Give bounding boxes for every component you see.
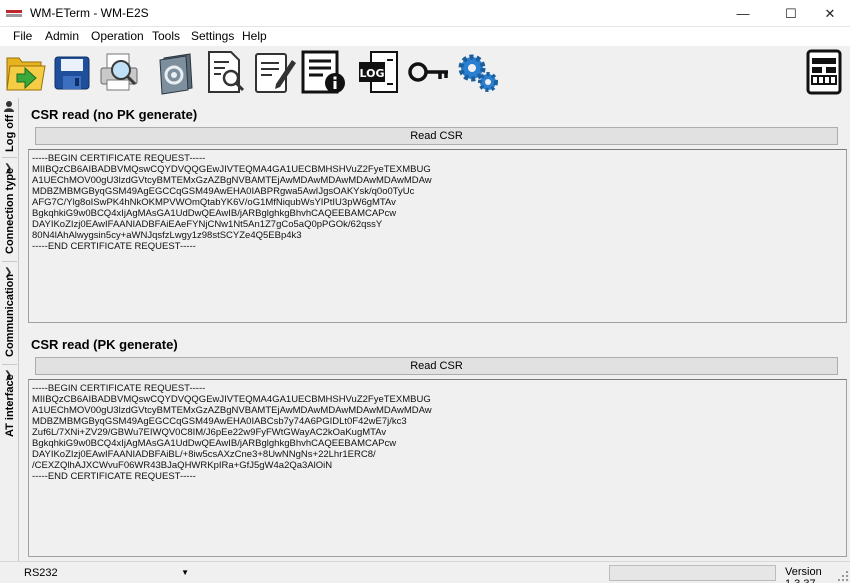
panel-title: CSR read (PK generate) — [31, 337, 178, 352]
csr-line: -----END CERTIFICATE REQUEST----- — [32, 241, 196, 252]
panel-title: CSR read (no PK generate) — [31, 107, 198, 122]
csr-line: /CEXZQlhAJXCWvuF06WR43BJaQHWRKpIRa+GfJ5g… — [32, 460, 333, 471]
minimize-icon: — — [736, 6, 750, 21]
side-tab-at-interface[interactable]: AT interface — [0, 374, 19, 437]
csr-line: -----END CERTIFICATE REQUEST----- — [32, 471, 196, 482]
maximize-button[interactable]: ☐ — [771, 0, 811, 27]
menu-bar: File Admin Operation Tools Settings Help — [0, 27, 850, 46]
resize-grip-icon[interactable] — [838, 571, 848, 581]
csr-panel-no-pk: CSR read (no PK generate) Read CSR -----… — [28, 98, 847, 326]
dropdown-arrow-icon: ▼ — [181, 568, 189, 577]
csr-line: MIIBQzCB6AIBADBVMQswCQYDVQQGEwJIVTEQMA4G… — [32, 394, 431, 405]
save-icon — [54, 56, 90, 90]
log-button[interactable]: LOG — [357, 48, 403, 96]
csr-line: MIIBQzCB6AIBADBVMQswCQYDVQQGEwJIVTEQMA4G… — [32, 164, 431, 175]
menu-admin[interactable]: Admin — [44, 29, 80, 43]
print-preview-icon — [100, 53, 138, 91]
minimize-button[interactable]: — — [723, 0, 763, 27]
close-icon: ✕ — [824, 5, 836, 21]
meter-icon — [806, 49, 842, 95]
side-tab-connection-type[interactable]: Connection type — [0, 168, 19, 254]
meter-button[interactable] — [800, 48, 846, 96]
side-separator — [2, 364, 17, 365]
log-icon-label: LOG — [360, 67, 385, 80]
csr-line: DAYIKoZIzj0EAwIFAANIADBFAiEAeFYNjCNw1Nt5… — [32, 219, 383, 230]
menu-operation[interactable]: Operation — [90, 29, 145, 43]
maximize-icon: ☐ — [785, 5, 797, 21]
csr-line: A1UEChMOV00gU3lzdGVtcyBMTEMxGzAZBgNVBAMT… — [32, 175, 432, 186]
side-separator — [2, 157, 17, 158]
csr-line: -----BEGIN CERTIFICATE REQUEST----- — [32, 153, 206, 164]
read-csr-button[interactable]: Read CSR — [35, 127, 838, 145]
document-info-button[interactable] — [301, 48, 347, 96]
edit-document-icon — [255, 53, 296, 93]
status-progress — [609, 565, 776, 581]
csr-line: AFG7C/Ylg8oISwPK4hNkOKMPVWOmQtabYK6V/oG1… — [32, 197, 396, 208]
user-icon — [4, 101, 14, 112]
port-select[interactable]: RS232 ▼ — [20, 565, 194, 582]
print-preview-button[interactable] — [97, 48, 143, 96]
port-select-value: RS232 — [24, 567, 58, 579]
csr-text-area[interactable]: -----BEGIN CERTIFICATE REQUEST----- MIIB… — [28, 149, 847, 323]
app-logo-icon — [6, 10, 22, 17]
side-tab-at-interface-label: AT interface — [4, 374, 16, 437]
document-search-icon — [208, 51, 245, 93]
window-title: WM-ETerm - WM-E2S — [30, 6, 149, 20]
title-bar: WM-ETerm - WM-E2S — ☐ ✕ — [0, 0, 850, 27]
config-pages-icon — [159, 53, 193, 95]
csr-line: -----BEGIN CERTIFICATE REQUEST----- — [32, 383, 206, 394]
side-tab-strip: Log off ❯ Connection type ❯ Communicatio… — [0, 98, 19, 561]
side-tab-log-off-label: Log off — [4, 114, 16, 152]
status-bar: RS232 ▼ Version 1.3.37 — [0, 561, 850, 583]
open-button[interactable] — [3, 48, 49, 96]
settings-button[interactable] — [456, 48, 502, 96]
side-separator — [2, 261, 17, 262]
document-search-button[interactable] — [203, 48, 249, 96]
document-info-icon — [301, 50, 345, 94]
edit-document-button[interactable] — [252, 48, 298, 96]
csr-line: BgkqhkiG9w0BCQ4xIjAgMAsGA1UdDwQEAwIB/jAR… — [32, 438, 397, 449]
csr-line: Zuf6L/7XNi+ZV29/GBWu7EIWQV0C8IM/J6pEe22w… — [32, 427, 387, 438]
csr-line: 80N4lAhAlwygsin5cy+aWNJqsfzLwgy1z98stSCY… — [32, 230, 302, 241]
csr-line: MDBZMBMGByqGSM49AgEGCCqGSM49AwEHA0IABPRg… — [32, 186, 415, 197]
side-tab-connection-type-label: Connection type — [4, 167, 16, 254]
menu-help[interactable]: Help — [241, 29, 268, 43]
config-pages-button[interactable] — [154, 48, 200, 96]
log-icon: LOG — [359, 51, 398, 93]
csr-panel-pk: CSR read (PK generate) Read CSR -----BEG… — [28, 330, 847, 558]
save-button[interactable] — [50, 48, 96, 96]
csr-line: DAYIKoZIzj0EAwIFAANIADBFAiBL/+8iw5csAXzC… — [32, 449, 376, 460]
csr-text-area[interactable]: -----BEGIN CERTIFICATE REQUEST----- MIIB… — [28, 379, 847, 557]
key-button[interactable] — [406, 48, 452, 96]
side-tab-communication-label: Communication — [4, 273, 16, 357]
menu-tools[interactable]: Tools — [151, 29, 181, 43]
read-csr-button[interactable]: Read CSR — [35, 357, 838, 375]
menu-file[interactable]: File — [12, 29, 33, 43]
side-tab-log-off[interactable]: Log off — [0, 114, 19, 152]
settings-gears-icon — [458, 54, 498, 92]
csr-line: BgkqhkiG9w0BCQ4xIjAgMAsGA1UdDwQEAwIB/jAR… — [32, 208, 397, 219]
open-folder-icon — [6, 57, 46, 91]
csr-line: A1UEChMOV00gU3lzdGVtcyBMTEMxGzAZBgNVBAMT… — [32, 405, 432, 416]
toolbar: LOG — [0, 46, 850, 98]
key-icon — [408, 62, 448, 82]
close-button[interactable]: ✕ — [810, 0, 850, 27]
side-tab-communication[interactable]: Communication — [0, 274, 19, 357]
csr-line: MDBZMBMGByqGSM49AgEGCCqGSM49AwEHA0IABCsb… — [32, 416, 407, 427]
menu-settings[interactable]: Settings — [190, 29, 235, 43]
